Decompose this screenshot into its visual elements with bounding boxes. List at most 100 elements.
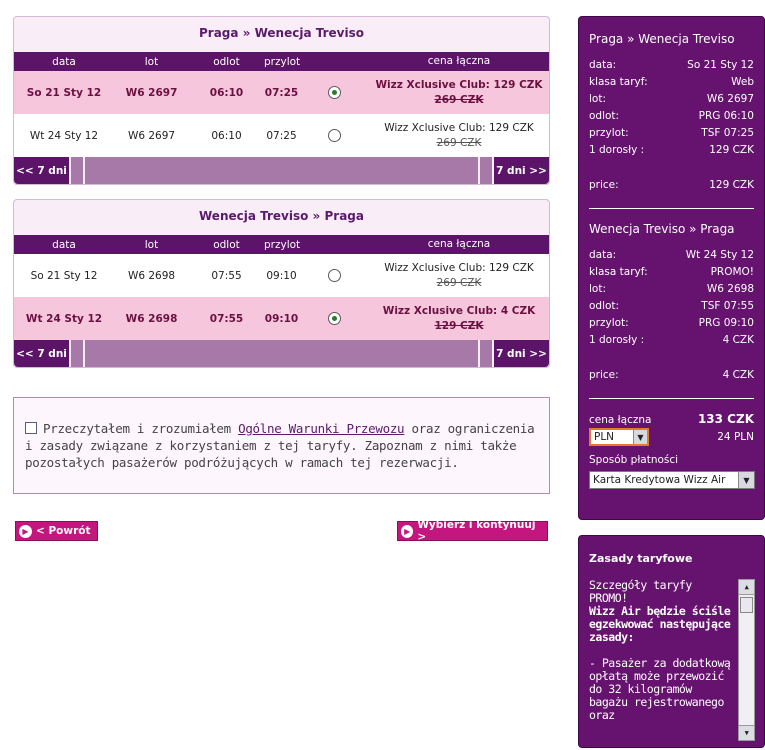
flight-select-radio[interactable] (327, 129, 341, 142)
total-label: cena łączna (589, 414, 652, 426)
summary-field: data: Wt 24 Sty 12 (589, 249, 754, 261)
flight-date: Wt 24 Sty 12 (29, 129, 99, 142)
arrival-time: 07:25 (264, 86, 299, 99)
fare-rules-panel: Zasady taryfowe Szczegóły taryfy PROMO! … (578, 535, 765, 748)
outbound-route-title: Praga » Wenecja Treviso (199, 26, 364, 40)
old-fare-price: 269 CZK (436, 276, 482, 289)
outbound-flight-row[interactable]: So 21 Sty 12 W6 2697 06:10 07:25 Wizz Xc… (14, 71, 549, 114)
outbound-flight-panel: Praga » Wenecja Treviso data lot odlot p… (13, 16, 550, 185)
departure-time: 06:10 (211, 129, 242, 142)
outbound-column-headers: data lot odlot przylot cena łączna (14, 52, 549, 71)
arrival-time: 07:25 (266, 129, 297, 142)
chevron-down-icon: ▼ (633, 430, 647, 444)
flight-date: So 21 Sty 12 (30, 269, 98, 282)
rules-intro: Szczegóły taryfy PROMO! (589, 579, 692, 605)
header-price: cena łączna (427, 55, 491, 67)
summary-field: klasa taryf: Web (589, 76, 754, 88)
summary-route-outbound: Praga » Wenecja Treviso (589, 32, 735, 46)
flight-number: W6 2697 (127, 129, 176, 142)
return-flight-panel: Wenecja Treviso » Praga data lot odlot p… (13, 199, 550, 368)
currency-select[interactable]: PLN ▼ (589, 428, 649, 446)
divider (589, 208, 754, 209)
chevron-down-icon: ▼ (738, 472, 754, 488)
payment-label: Sposób płatności (589, 454, 679, 466)
rules-scrollbar[interactable]: ▲ ▼ (738, 579, 755, 741)
arrow-circle-icon: ▶ (401, 524, 414, 538)
summary-field: 1 dorosły :129 CZK (589, 144, 754, 156)
back-button-label: < Powrót (36, 525, 91, 537)
prev-7-days-button[interactable]: << 7 dni (14, 157, 69, 184)
total-price-row: cena łączna 133 CZK (589, 412, 754, 426)
flight-number: W6 2698 (125, 312, 178, 325)
fare-rules-title: Zasady taryfowe (589, 552, 693, 565)
prev-7-days-button[interactable]: << 7 dni (14, 340, 69, 367)
terms-acceptance-box: Przeczytałem i zrozumiałem Ogólne Warunk… (13, 397, 550, 494)
summary-route-return: Wenecja Treviso » Praga (589, 222, 735, 236)
terms-text-before: Przeczytałem i zrozumiałem (43, 421, 239, 436)
header-departure: odlot (213, 55, 240, 68)
summary-field: lot: W6 2697 (589, 93, 754, 105)
header-price: cena łączna (427, 238, 491, 250)
fare-price: Wizz Xclusive Club: 129 CZK (384, 261, 534, 274)
fare-price: Wizz Xclusive Club: 129 CZK (384, 121, 534, 134)
back-button[interactable]: ▶ < Powrót (15, 521, 98, 541)
continue-button-label: Wybierz i kontynuuj > (417, 519, 536, 543)
outbound-date-nav: << 7 dni 7 dni >> (14, 157, 549, 184)
flight-select-radio[interactable] (327, 312, 341, 325)
summary-field: klasa taryf: PROMO! (589, 266, 754, 278)
summary-field: 1 dorosły :4 CZK (589, 334, 754, 346)
summary-field: przylot: PRG 09:10 (589, 317, 754, 329)
scroll-down-icon[interactable]: ▼ (739, 725, 754, 740)
old-fare-price: 269 CZK (436, 136, 482, 149)
arrival-time: 09:10 (264, 312, 299, 325)
next-7-days-button[interactable]: 7 dni >> (494, 340, 549, 367)
return-column-headers: data lot odlot przylot cena łączna (14, 235, 549, 254)
rules-bold: Wizz Air będzie ściśle egzekwować następ… (589, 604, 731, 644)
return-route-title: Wenecja Treviso » Praga (199, 209, 364, 223)
terms-link[interactable]: Ogólne Warunki Przewozu (238, 421, 405, 436)
summary-field: lot: W6 2698 (589, 283, 754, 295)
terms-checkbox[interactable] (25, 422, 37, 434)
flight-select-radio[interactable] (327, 86, 341, 99)
arrival-time: 09:10 (266, 269, 297, 282)
fare-price: Wizz Xclusive Club: 129 CZK (375, 78, 543, 91)
total-converted: 24 PLN (717, 431, 754, 443)
flight-date: So 21 Sty 12 (26, 86, 102, 99)
old-fare-price: 269 CZK (434, 93, 484, 106)
header-flight: lot (144, 238, 159, 251)
header-departure: odlot (213, 238, 240, 251)
next-7-days-button[interactable]: 7 dni >> (494, 157, 549, 184)
departure-time: 06:10 (209, 86, 244, 99)
divider (589, 398, 754, 399)
scroll-up-icon[interactable]: ▲ (739, 580, 754, 595)
fare-price: Wizz Xclusive Club: 4 CZK (382, 304, 536, 317)
header-arrival: przylot (264, 238, 301, 251)
outbound-flight-row[interactable]: Wt 24 Sty 12 W6 2697 06:10 07:25 Wizz Xc… (14, 114, 549, 157)
total-price: 133 CZK (697, 412, 754, 426)
header-date: data (52, 55, 76, 68)
flight-select-radio[interactable] (327, 269, 341, 282)
summary-leg-price: price: 129 CZK (589, 179, 754, 191)
summary-leg-price: price: 4 CZK (589, 369, 754, 381)
payment-method-select[interactable]: Karta Kredytowa Wizz Air ▼ (589, 471, 755, 489)
departure-time: 07:55 (209, 312, 244, 325)
old-fare-price: 129 CZK (434, 319, 484, 332)
return-flight-row[interactable]: Wt 24 Sty 12 W6 2698 07:55 09:10 Wizz Xc… (14, 297, 549, 340)
flight-number: W6 2698 (127, 269, 176, 282)
booking-summary: Praga » Wenecja Treviso data: So 21 Sty 1… (578, 16, 765, 520)
header-arrival: przylot (264, 55, 301, 68)
arrow-circle-icon: ▶ (19, 524, 32, 538)
return-flight-row[interactable]: So 21 Sty 12 W6 2698 07:55 09:10 Wizz Xc… (14, 254, 549, 297)
summary-field: data: So 21 Sty 12 (589, 59, 754, 71)
rules-body: - Pasażer za dodatkową opłatą może przew… (589, 656, 731, 722)
header-flight: lot (144, 55, 159, 68)
summary-field: odlot: TSF 07:55 (589, 300, 754, 312)
return-date-nav: << 7 dni 7 dni >> (14, 340, 549, 367)
continue-button[interactable]: ▶ Wybierz i kontynuuj > (397, 519, 548, 543)
summary-field: przylot: TSF 07:25 (589, 127, 754, 139)
fare-rules-text: Szczegóły taryfy PROMO! Wizz Air będzie … (589, 579, 755, 741)
header-date: data (52, 238, 76, 251)
scroll-thumb[interactable] (740, 597, 753, 613)
flight-number: W6 2697 (125, 86, 178, 99)
departure-time: 07:55 (211, 269, 242, 282)
